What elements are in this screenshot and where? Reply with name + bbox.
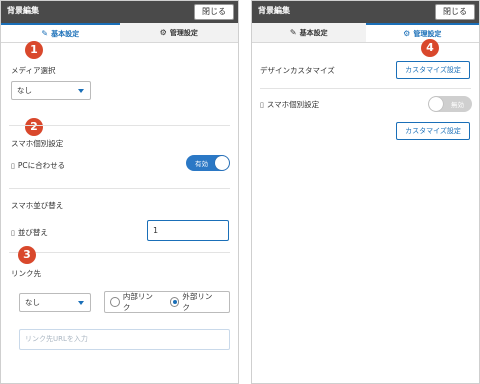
step-badge-4: 4 — [421, 39, 439, 57]
link-destination-label: リンク先 — [11, 269, 41, 278]
radio-external-link[interactable]: 外部リンク — [169, 291, 220, 313]
tab-label: 管理設定 — [413, 29, 442, 38]
radio-label: 内部リンク — [122, 292, 153, 312]
divider — [9, 188, 230, 189]
close-button[interactable]: 閉じる — [194, 4, 234, 20]
sp-sort-label: スマホ並び替え — [11, 201, 64, 210]
design-customize-label: デザインカスタマイズ — [260, 66, 335, 75]
radio-internal-link[interactable]: 内部リンク — [110, 291, 160, 313]
step-badge-1: 1 — [25, 41, 43, 59]
sp-individual-label: スマホ個別設定 — [11, 139, 64, 148]
chevron-down-icon — [78, 301, 84, 305]
media-select-value: なし — [17, 86, 32, 95]
chevron-down-icon — [78, 89, 84, 93]
customize-settings-button[interactable]: カスタマイズ設定 — [396, 61, 470, 79]
edit-icon: ✎ — [289, 28, 297, 37]
right-editor-panel: 背景編集 閉じる ✎ 基本設定 ⚙ 管理設定 4 デザインカスタマイズ カスタマ… — [251, 0, 480, 384]
tab-admin-settings[interactable]: ⚙ 管理設定 — [365, 23, 479, 42]
sort-label: ▯ 並び替え — [11, 228, 48, 237]
step-badge-2: 2 — [25, 118, 43, 136]
sp-customize-settings-button[interactable]: カスタマイズ設定 — [396, 122, 470, 140]
sp-individual-label: ▯ スマホ個別設定 — [260, 100, 320, 109]
link-radio-group: 内部リンク 外部リンク — [104, 291, 230, 313]
step-badge-3: 3 — [18, 246, 36, 264]
titlebar: 背景編集 閉じる — [252, 1, 479, 23]
gear-icon: ⚙ — [159, 28, 167, 37]
toggle-knob — [429, 97, 443, 111]
panel-title: 背景編集 — [7, 6, 39, 15]
gear-icon: ⚙ — [403, 29, 411, 38]
tab-label: 基本設定 — [299, 28, 328, 37]
tab-admin-settings[interactable]: ⚙ 管理設定 — [119, 23, 238, 42]
link-type-select[interactable]: なし — [19, 293, 91, 312]
panel-title: 背景編集 — [258, 6, 290, 15]
smartphone-icon: ▯ — [260, 101, 264, 109]
link-type-value: なし — [25, 298, 40, 307]
tab-label: 基本設定 — [51, 29, 80, 38]
media-select[interactable]: なし — [11, 81, 91, 100]
tab-bar: ✎ 基本設定 ⚙ 管理設定 — [1, 23, 238, 43]
tab-label: 管理設定 — [169, 28, 198, 37]
divider — [9, 252, 230, 253]
toggle-state-label: 無効 — [451, 101, 464, 109]
fit-pc-toggle[interactable]: 有効 — [186, 155, 230, 171]
smartphone-icon: ▯ — [11, 229, 15, 237]
left-editor-panel: 背景編集 閉じる ✎ 基本設定 ⚙ 管理設定 1 メディア選択 なし 2 スマホ… — [0, 0, 239, 384]
smartphone-icon: ▯ — [11, 162, 15, 170]
edit-icon: ✎ — [41, 29, 49, 38]
fit-pc-label: ▯ PCに合わせる — [11, 161, 66, 170]
tab-basic-settings[interactable]: ✎ 基本設定 — [1, 23, 120, 42]
radio-button[interactable] — [110, 297, 120, 307]
radio-label: 外部リンク — [182, 292, 213, 312]
tab-bar: ✎ 基本設定 ⚙ 管理設定 — [252, 23, 479, 43]
media-select-label: メディア選択 — [11, 66, 56, 75]
titlebar: 背景編集 閉じる — [1, 1, 238, 23]
toggle-knob — [215, 156, 229, 170]
sort-order-input[interactable]: 1 — [147, 220, 229, 241]
close-button[interactable]: 閉じる — [435, 4, 475, 20]
sp-individual-toggle[interactable]: 無効 — [428, 96, 472, 112]
tab-basic-settings[interactable]: ✎ 基本設定 — [252, 23, 366, 42]
divider — [260, 88, 471, 89]
toggle-state-label: 有効 — [195, 160, 208, 168]
divider — [9, 125, 230, 126]
radio-button[interactable] — [169, 297, 180, 307]
link-url-input[interactable]: リンク先URLを入力 — [19, 329, 230, 350]
